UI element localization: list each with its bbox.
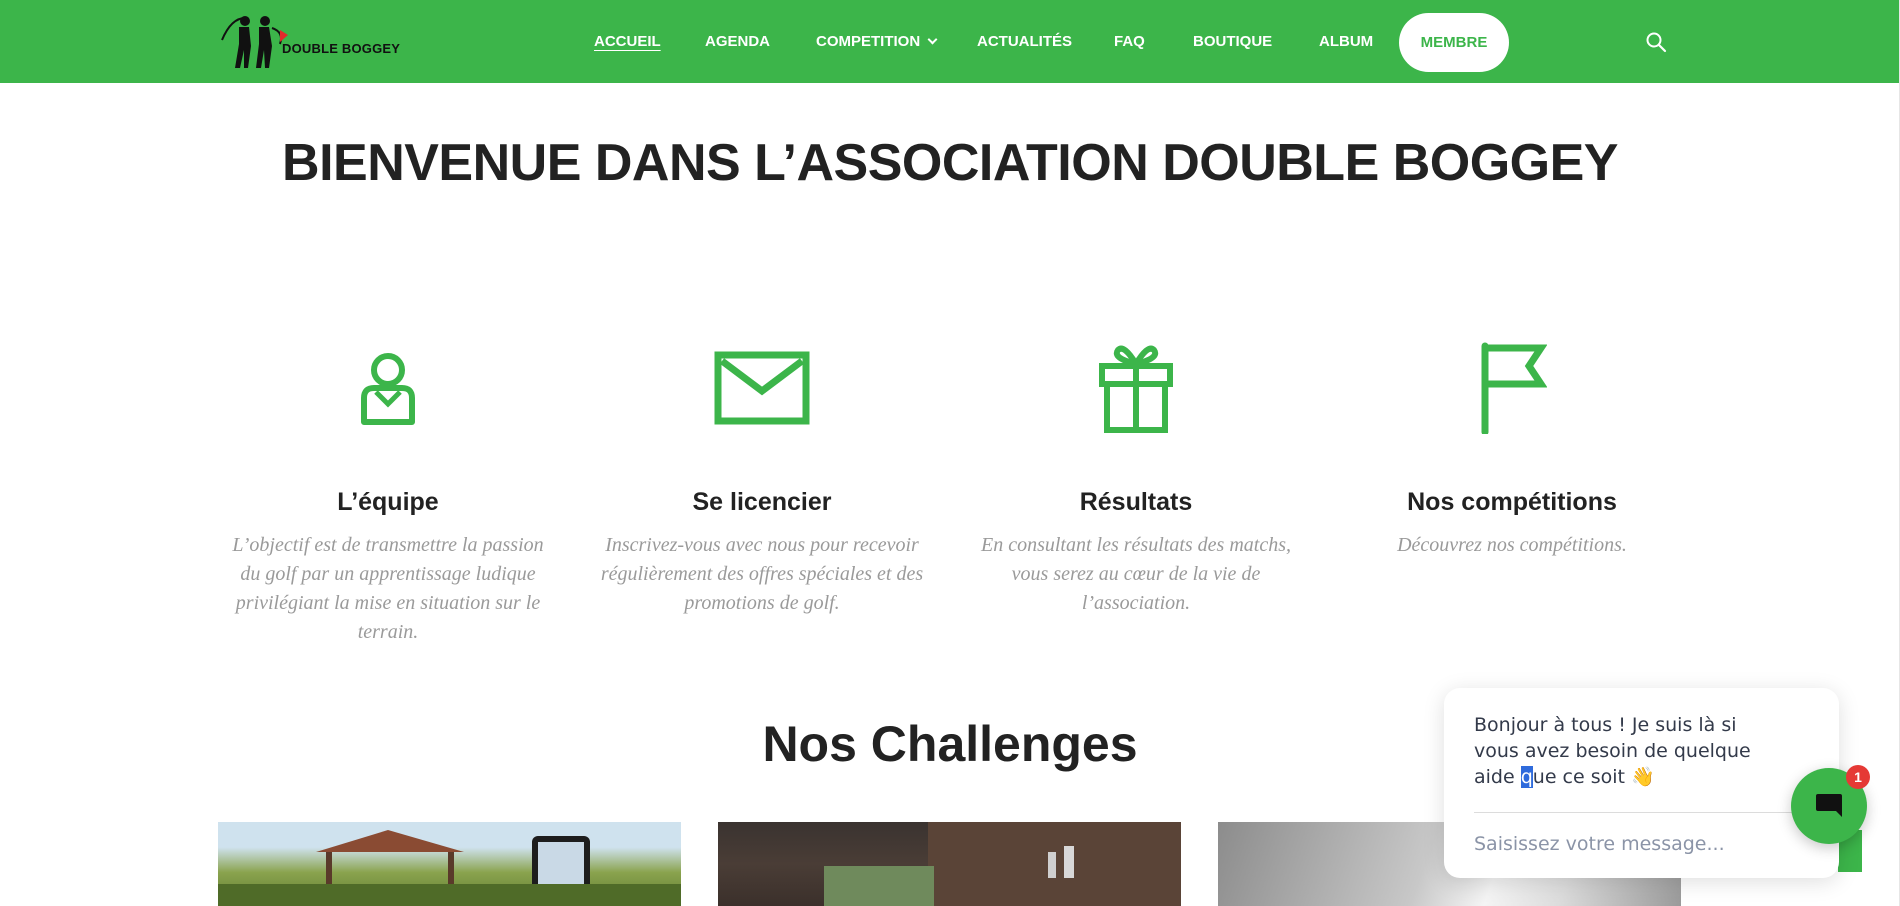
feature-title: Nos compétitions	[1407, 488, 1617, 516]
feature-text: L’objectif est de transmettre la passion…	[232, 534, 544, 643]
nav-competition[interactable]: COMPETITION	[816, 33, 938, 50]
person-icon	[361, 353, 415, 425]
feature-text: En consultant les résultats des matchs, …	[981, 534, 1291, 614]
chat-text-selection: q	[1520, 766, 1533, 788]
chat-greeting: Bonjour à tous ! Je suis là si vous avez…	[1474, 712, 1774, 790]
feature-title: Résultats	[1079, 488, 1193, 516]
nav-album[interactable]: ALBUM	[1319, 33, 1373, 50]
chat-greeting-text-end: ue ce soit	[1532, 766, 1625, 788]
site-header: DOUBLE BOGGEY ACCUEIL AGENDA COMPETITION…	[0, 0, 1900, 83]
nav-boutique[interactable]: BOUTIQUE	[1193, 33, 1272, 50]
challenge-photo-golf-course	[218, 830, 681, 906]
nav-actualites[interactable]: ACTUALITÉS	[977, 33, 1072, 50]
nav-competition-label: COMPETITION	[816, 33, 921, 50]
challenge-card-image[interactable]	[718, 822, 1181, 906]
notification-badge: 1	[1846, 765, 1870, 789]
golfers-logo-icon	[221, 16, 288, 68]
challenge-photo-trophies	[824, 822, 1181, 906]
gift-icon	[1099, 345, 1173, 433]
nav-agenda[interactable]: AGENDA	[705, 33, 770, 50]
envelope-icon	[714, 351, 810, 425]
feature-text: Inscrivez-vous avec nous pour recevoir r…	[600, 534, 924, 614]
challenge-card-image[interactable]	[218, 822, 681, 906]
feature-text: Découvrez nos compétitions.	[1397, 534, 1627, 556]
feature-resultats: Résultats En consultant les résultats de…	[966, 340, 1306, 618]
feature-title: Se licencier	[692, 488, 832, 516]
feature-competitions: Nos compétitions Découvrez nos compétiti…	[1342, 340, 1682, 560]
page-title: BIENVENUE DANS L’ASSOCIATION DOUBLE BOGG…	[282, 134, 1618, 192]
member-button[interactable]: MEMBRE	[1399, 13, 1509, 72]
flag-icon	[1481, 342, 1547, 434]
site-logo[interactable]: DOUBLE BOGGEY	[218, 10, 408, 72]
brand-name: DOUBLE BOGGEY	[282, 40, 401, 56]
chat-icon	[1816, 794, 1842, 817]
waving-hand-icon: 👋	[1631, 766, 1655, 788]
chat-divider	[1474, 812, 1794, 813]
search-icon[interactable]	[1645, 31, 1667, 53]
feature-title: L’équipe	[337, 488, 439, 516]
chevron-down-icon	[927, 34, 938, 45]
chat-message-input[interactable]	[1474, 828, 1774, 860]
feature-licencier: Se licencier Inscrivez-vous avec nous po…	[592, 340, 932, 618]
nav-faq[interactable]: FAQ	[1114, 33, 1145, 50]
nav-accueil[interactable]: ACCUEIL	[594, 33, 661, 50]
chat-popup[interactable]: Bonjour à tous ! Je suis là si vous avez…	[1444, 688, 1839, 878]
feature-equipe: L’équipe L’objectif est de transmettre l…	[218, 340, 558, 647]
